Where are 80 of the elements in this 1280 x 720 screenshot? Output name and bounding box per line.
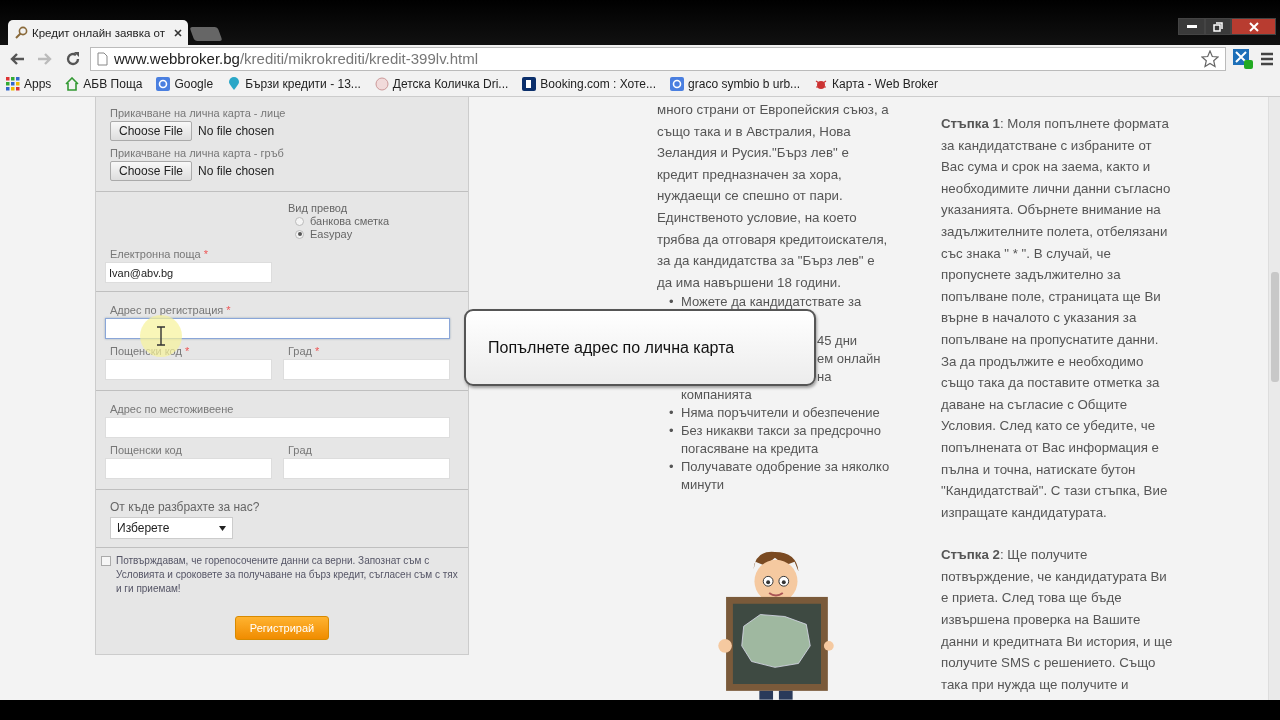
url-path: /krediti/mikrokrediti/kredit-399lv.html [239, 50, 479, 67]
field-label: Адрес по местоживеене [110, 403, 235, 415]
star-icon[interactable] [1201, 49, 1219, 68]
field-label: Адрес по регистрация [110, 304, 224, 316]
browser-tab[interactable]: Кредит онлайн заявка от [8, 20, 188, 45]
step-description: Стъпка 2: Ще получите потвърждение, че кандидатурата Ви е приета. След това ще бъде извършена проверка на Вашите данни и кредитната Ви история, и ще получите SMS с решението. Също така при нужда ще получите и [941, 546, 1174, 694]
bullet-marker: • [669, 404, 675, 423]
bookmark-link[interactable]: Бързи кредити - 13... [227, 77, 361, 91]
bullet-marker: • [669, 293, 675, 312]
extension-icon[interactable] [1232, 47, 1254, 70]
consent-text: Потвърждавам, че горепосочените данни са верни. Запознат съм с Условията и сроковете за получаване на бърз кредит, съгласен съм с тях и ги приемам! [116, 554, 459, 596]
bookmark-link[interactable]: Google [156, 77, 214, 91]
restore-icon [1213, 21, 1223, 32]
bullet-text-line: ем онлайн [817, 350, 881, 369]
magnifier-icon [14, 25, 28, 40]
tooltip-callout: Попълнете адрес по лична карта [464, 309, 816, 386]
required-mark: * [203, 248, 208, 260]
booking-logo-icon [522, 77, 537, 91]
url-host: www.webbroker.bg [114, 50, 240, 67]
choose-file-button[interactable]: Choose File [110, 121, 193, 141]
required-mark: * [184, 345, 190, 357]
close-button[interactable] [1231, 18, 1276, 35]
bookmark-link[interactable]: Карта - Web Broker [814, 77, 938, 91]
page-icon [97, 51, 108, 66]
dropdown[interactable]: Изберете [110, 517, 233, 539]
bookmark-link[interactable]: Apps [6, 77, 52, 91]
bullet-marker: • [669, 422, 675, 441]
ball-icon [374, 77, 389, 91]
checkbox[interactable] [101, 556, 111, 566]
file-status: No file chosen [198, 164, 275, 178]
caret-icon [219, 525, 226, 531]
bookmark-link[interactable]: Booking.com : Хоте... [522, 77, 657, 91]
new-tab-button[interactable] [189, 27, 223, 41]
step-description: Стъпка 1: Моля попълнете формата за кандидатстване с избраните от Вас сума и срок на заема, както и необходимите лични данни съгласно указанията. Обърнете внимание на задължителните полета, отбелязани със знака " * ". В случай, че пропуснете задължително за попълване поле, страницата ще Ви върне в началото с указания за попълване на пропуснатите данни. За да продължите е необходимо също така да поставите отметка за даване на съгласие с Общите Условия. След като се убедите, че попълнената от Вас информация е пълна и точна, натискате бутон "Кандидатствай". С тази стъпка, Вие изпращате кандидатурата. [941, 115, 1172, 522]
reload-icon [65, 50, 81, 67]
address-bar[interactable]: www.webbroker.bg/krediti/mikrokrediti/kredit-399lv.html [90, 46, 1226, 71]
bullet-text: Без никакви такси за предсрочно погасяване на кредита [681, 422, 882, 459]
radio-button[interactable] [295, 229, 304, 239]
field-label: Прикачване на лична карта - лице [110, 107, 287, 119]
bookmark-link[interactable]: АБВ Поща [65, 77, 143, 91]
restore-button[interactable] [1205, 18, 1231, 35]
bullet-text-line: на [817, 368, 832, 387]
required-mark: * [226, 304, 231, 316]
field-label: Град [288, 345, 312, 357]
pin-icon [227, 77, 242, 91]
file-status: No file chosen [198, 124, 275, 138]
bullet-text-line: 45 дни [817, 332, 858, 351]
field-label: От къде разбрахте за нас? [110, 500, 261, 514]
bullet-marker: • [669, 458, 675, 477]
field-label: Прикачване на лична карта - гръб [110, 147, 285, 159]
scrollbar[interactable] [1268, 97, 1280, 700]
close-icon[interactable] [174, 28, 182, 37]
option-label: Easypay [310, 228, 353, 240]
input-field[interactable]: Ivan@abv.bg [105, 262, 272, 283]
bullet-text: Получавате одобрение за няколко минути [681, 458, 891, 495]
bullet-text-line: Можете да кандидатствате за [681, 293, 862, 312]
required-mark: * [315, 345, 320, 357]
apps-grid-icon [6, 77, 20, 91]
close-icon [1248, 21, 1259, 32]
bookmark-link[interactable]: graco symbio b urb... [670, 77, 801, 91]
forward-arrow-icon [37, 51, 53, 66]
info-paragraph: много страни от Европейския съюз, а също така и в Австралия, Нова Зеландия и Русия."Бърз лев" е кредит предназначен за хора, нуждаещи се спешно от пари. Единственото условие, на което трябва да отговаря кредитоискателя, за да кандидатства за "Бърз лев" е да има навършени 18 години. [657, 101, 890, 292]
field-label: Пощенски код [110, 444, 183, 456]
google-icon [156, 77, 171, 91]
minimize-icon [1186, 24, 1197, 29]
menu-icon[interactable] [1260, 51, 1274, 66]
option-label: банкова сметка [310, 215, 390, 227]
house-icon [65, 77, 80, 91]
field-label: Електронна поща [110, 248, 201, 260]
bullet-text-line: компанията [681, 386, 752, 405]
bookmark-link[interactable]: Детска Количка Dri... [374, 77, 509, 91]
bullet-text: Няма поръчители и обезпечение [681, 404, 880, 423]
choose-file-button[interactable]: Choose File [110, 161, 193, 181]
field-label: Град [288, 444, 313, 456]
tab-title: Кредит онлайн заявка от [32, 26, 166, 39]
google-icon [670, 77, 685, 91]
back-arrow-icon [9, 51, 25, 66]
transfer-label: Вид превод [288, 202, 349, 214]
radio-button[interactable] [295, 216, 304, 226]
minimize-button[interactable] [1178, 18, 1205, 35]
